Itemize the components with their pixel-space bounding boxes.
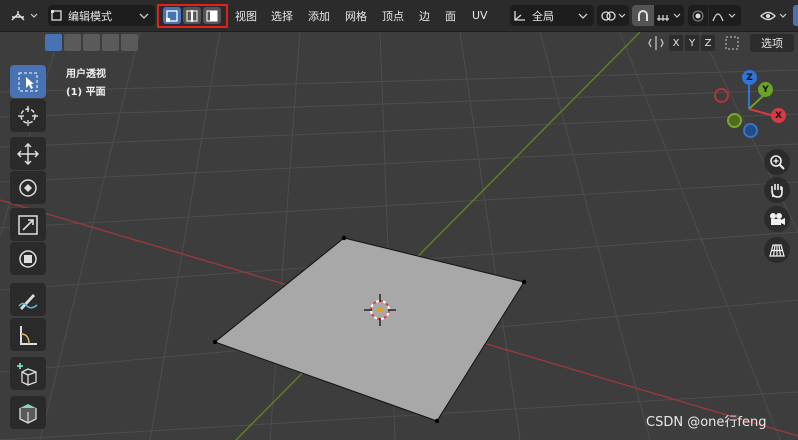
- tool-scale[interactable]: [10, 208, 46, 241]
- camera-view-button[interactable]: [764, 206, 790, 232]
- select-invert-button[interactable]: [102, 34, 119, 51]
- tool-annotate[interactable]: [10, 283, 46, 316]
- mirror-icon: [648, 35, 664, 55]
- pivot-dropdown[interactable]: [597, 5, 629, 26]
- select-extend-button[interactable]: [64, 34, 81, 51]
- select-new-button[interactable]: [45, 34, 62, 51]
- options-dropdown[interactable]: 选项: [750, 34, 794, 52]
- select-mode-highlight: [157, 4, 228, 28]
- menu-face[interactable]: 面: [442, 5, 459, 26]
- edit-mode-icon: [51, 9, 62, 21]
- gizmo-neg-z[interactable]: [743, 123, 758, 138]
- ortho-toggle-button[interactable]: [764, 237, 790, 263]
- scale-icon: [18, 214, 38, 235]
- chevron-down-icon: [139, 13, 149, 19]
- proportional-edit-icon: [692, 10, 704, 21]
- measure-icon: [20, 325, 37, 345]
- pan-button[interactable]: [764, 177, 790, 203]
- link-pivot-icon: [601, 10, 626, 21]
- mirror-z-button[interactable]: Z: [701, 35, 715, 51]
- menu-uv[interactable]: UV: [469, 5, 491, 26]
- transform-orientation-icon: [514, 10, 525, 21]
- plane-vertex: [341, 235, 347, 241]
- gizmo-x[interactable]: X: [771, 108, 786, 123]
- plane-face: [213, 237, 525, 422]
- menu-select[interactable]: 选择: [268, 5, 296, 26]
- snap-toggle[interactable]: [632, 5, 654, 26]
- menu-add[interactable]: 添加: [305, 5, 333, 26]
- 3d-viewport[interactable]: 用户透视 (1) 平面 X Y Z 选项 Z Y X: [0, 32, 798, 440]
- menu-mesh[interactable]: 网格: [342, 5, 370, 26]
- navigation-gizmo[interactable]: Z Y X: [710, 68, 790, 148]
- tool-add-cube[interactable]: [10, 357, 46, 390]
- tool-transform[interactable]: [10, 242, 46, 275]
- mirror-y-button[interactable]: Y: [685, 35, 699, 51]
- orientation-dropdown[interactable]: 全局: [510, 5, 594, 26]
- select-box-icon: [18, 72, 38, 91]
- editor-type-button[interactable]: [4, 5, 44, 26]
- view3d-icon: [11, 10, 38, 20]
- header-bar: 编辑模式 视图 选择 添加 网格 顶点 边 面 UV 全局: [0, 0, 798, 32]
- transform-icon: [19, 249, 37, 268]
- gizmo-z[interactable]: Z: [742, 70, 757, 85]
- select-box-mode-row: [45, 34, 140, 52]
- watermark: CSDN @one行feng: [646, 415, 767, 430]
- orientation-label: 全局: [532, 9, 554, 23]
- view-name: 用户透视: [66, 69, 106, 80]
- select-intersect-button[interactable]: [121, 34, 138, 51]
- mirror-x-button[interactable]: X: [669, 35, 683, 51]
- grid-view-icon: [769, 244, 785, 257]
- falloff-dropdown[interactable]: [709, 5, 741, 26]
- menu-view[interactable]: 视图: [232, 5, 260, 26]
- viewport-scene: [0, 32, 798, 440]
- menu-edge[interactable]: 边: [416, 5, 433, 26]
- tool-select-box[interactable]: [10, 65, 46, 98]
- tool-measure[interactable]: [10, 318, 46, 351]
- auto-merge-icon[interactable]: [724, 35, 741, 51]
- overlay-toggle[interactable]: [793, 5, 798, 26]
- mode-dropdown[interactable]: 编辑模式: [48, 5, 155, 26]
- gizmo-neg-x[interactable]: [714, 88, 729, 103]
- select-subtract-button[interactable]: [83, 34, 100, 51]
- snap-target-dropdown[interactable]: [654, 5, 684, 26]
- tool-extrude[interactable]: [10, 396, 46, 429]
- plane-vertex: [212, 339, 218, 345]
- eye-icon: [760, 11, 787, 20]
- plane-vertex: [434, 418, 440, 424]
- proportional-edit-toggle[interactable]: [688, 5, 708, 26]
- cursor-icon: [18, 105, 38, 126]
- move-icon: [17, 142, 39, 165]
- falloff-curve-icon: [712, 12, 736, 21]
- gizmo-y[interactable]: Y: [758, 82, 773, 97]
- tool-move[interactable]: [10, 137, 46, 170]
- extrude-icon: [19, 403, 37, 424]
- magnet-icon: [638, 9, 648, 21]
- gizmo-neg-y[interactable]: [727, 113, 742, 128]
- visibility-dropdown[interactable]: [757, 5, 791, 26]
- menu-vertex[interactable]: 顶点: [379, 5, 407, 26]
- add-cube-icon: [17, 362, 37, 386]
- pan-hand-icon: [771, 184, 783, 198]
- mode-label: 编辑模式: [68, 9, 112, 23]
- plane-vertex: [521, 279, 527, 285]
- zoom-button[interactable]: [764, 149, 790, 175]
- chevron-down-icon: [578, 13, 588, 19]
- tool-rotate[interactable]: [10, 171, 46, 204]
- rotate-icon: [19, 178, 37, 197]
- annotate-icon: [18, 293, 38, 310]
- snap-increment-icon: [657, 13, 681, 21]
- object-name: (1) 平面: [66, 87, 106, 98]
- tool-cursor[interactable]: [10, 99, 46, 132]
- camera-icon: [770, 213, 785, 225]
- zoom-icon: [770, 155, 785, 170]
